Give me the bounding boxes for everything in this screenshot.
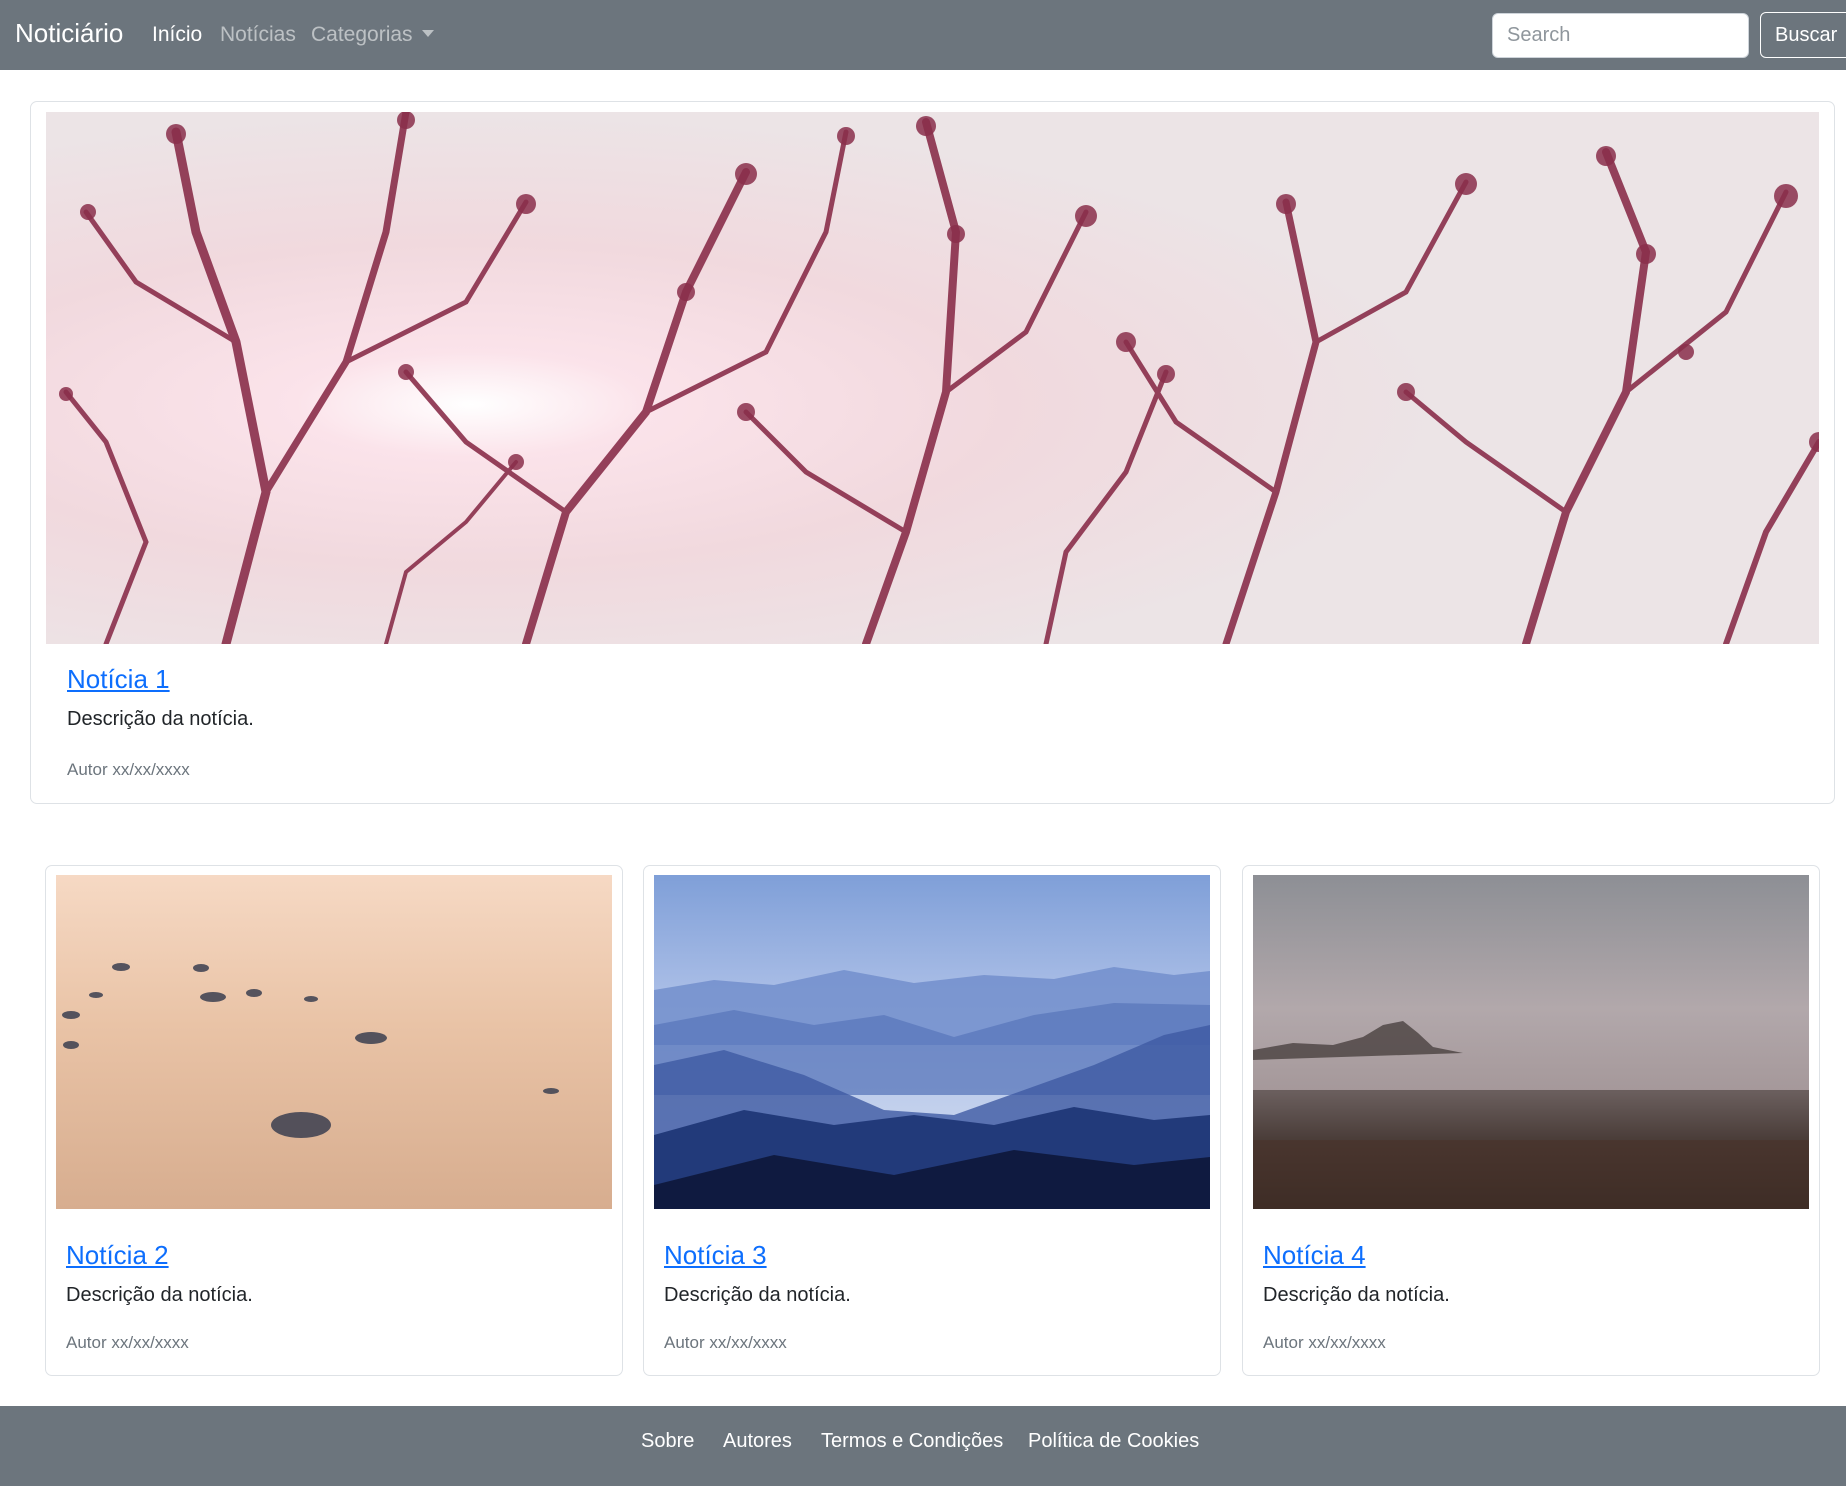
- news-card: Notícia 2 Descrição da notícia. Autor xx…: [45, 865, 623, 1376]
- news-title-link[interactable]: Notícia 2: [66, 1240, 169, 1271]
- search-button[interactable]: Buscar: [1760, 12, 1846, 58]
- footer: Sobre Autores Termos e Condições Polític…: [0, 1406, 1846, 1486]
- news-image: [56, 875, 612, 1209]
- news-description: Descrição da notícia.: [664, 1284, 851, 1306]
- footer-link-cookies[interactable]: Política de Cookies: [1028, 1430, 1199, 1453]
- news-description: Descrição da notícia.: [66, 1284, 253, 1306]
- nav-dropdown-categorias[interactable]: Categorias: [311, 23, 434, 47]
- brand-logo[interactable]: Noticiário: [15, 18, 123, 49]
- footer-link-autores[interactable]: Autores: [723, 1430, 792, 1453]
- news-author-date: Autor xx/xx/xxxx: [66, 1333, 189, 1352]
- news-description: Descrição da notícia.: [1263, 1284, 1450, 1306]
- nav-link-noticias[interactable]: Notícias: [220, 23, 296, 47]
- featured-news-card: Notícia 1 Descrição da notícia. Autor xx…: [30, 101, 1835, 804]
- news-author-date: Autor xx/xx/xxxx: [664, 1333, 787, 1352]
- nav-link-inicio[interactable]: Início: [152, 23, 202, 47]
- search-input[interactable]: [1492, 13, 1749, 58]
- news-description: Descrição da notícia.: [67, 708, 254, 730]
- news-image: [654, 875, 1210, 1209]
- footer-link-termos[interactable]: Termos e Condições: [821, 1430, 1003, 1453]
- news-author-date: Autor xx/xx/xxxx: [67, 760, 190, 779]
- news-author-date: Autor xx/xx/xxxx: [1263, 1333, 1386, 1352]
- navbar: Noticiário Início Notícias Categorias Bu…: [0, 0, 1846, 70]
- chevron-down-icon: [421, 30, 434, 37]
- news-card: Notícia 4 Descrição da notícia. Autor xx…: [1242, 865, 1820, 1376]
- news-card: Notícia 3 Descrição da notícia. Autor xx…: [643, 865, 1221, 1376]
- nav-dropdown-label: Categorias: [311, 23, 413, 46]
- news-image: [1253, 875, 1809, 1209]
- news-title-link[interactable]: Notícia 3: [664, 1240, 767, 1271]
- featured-news-image: [46, 112, 1819, 644]
- news-title-link[interactable]: Notícia 1: [67, 664, 170, 695]
- news-title-link[interactable]: Notícia 4: [1263, 1240, 1366, 1271]
- footer-link-sobre[interactable]: Sobre: [641, 1430, 694, 1453]
